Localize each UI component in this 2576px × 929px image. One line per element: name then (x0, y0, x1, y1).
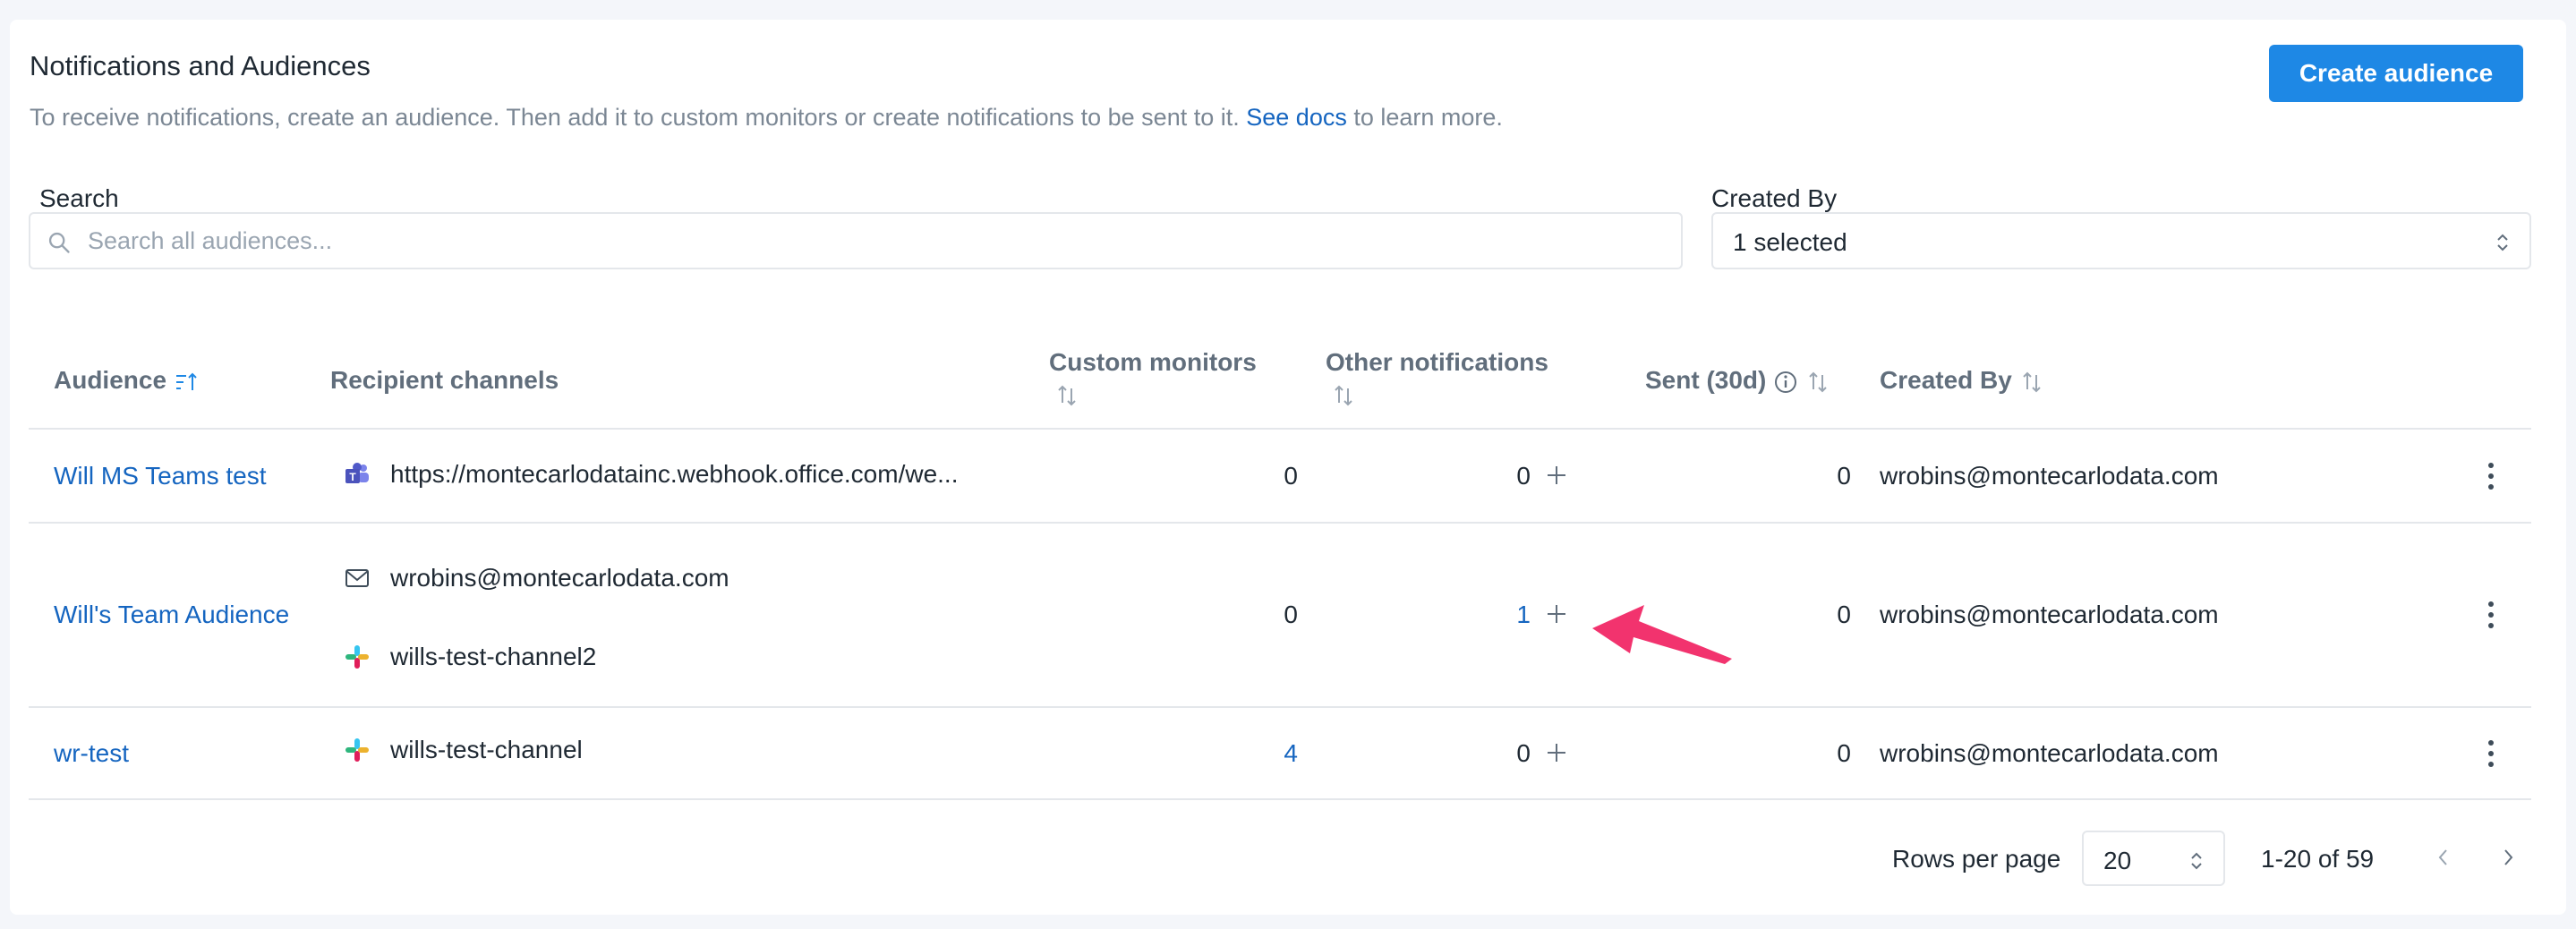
channel-label: wrobins@montecarlodata.com (390, 564, 729, 592)
more-options-icon[interactable] (2478, 599, 2504, 631)
slack-icon (344, 737, 371, 763)
recipient-channel: wills-test-channel (344, 736, 583, 764)
custom-monitors-count: 0 (1284, 601, 1298, 628)
other-notifications-count: 0 (1516, 739, 1531, 767)
sent-count: 0 (1837, 739, 1851, 767)
next-page-icon[interactable] (2497, 843, 2519, 872)
column-sent[interactable]: Sent (30d) (1645, 366, 1830, 395)
description-text: To receive notifications, create an audi… (30, 104, 1240, 131)
column-custom-monitors-label: Custom monitors (1049, 348, 1257, 376)
page-title: Notifications and Audiences (30, 50, 371, 81)
column-audience[interactable]: Audience (54, 366, 199, 395)
created-by-email: wrobins@montecarlodata.com (1880, 462, 2219, 490)
see-docs-link[interactable]: See docs (1246, 104, 1347, 131)
select-chevron-icon (2191, 852, 2202, 870)
column-audience-label: Audience (54, 366, 167, 394)
more-options-icon[interactable] (2478, 460, 2504, 492)
add-notification-icon[interactable] (1545, 741, 1568, 764)
channel-label: wills-test-channel (390, 736, 583, 763)
select-chevron-icon (2497, 234, 2508, 251)
info-icon[interactable] (1773, 370, 1798, 395)
created-by-select[interactable]: 1 selected (1711, 212, 2531, 269)
recipient-channel: wrobins@montecarlodata.com (344, 564, 729, 592)
recipient-channel: T https://montecarlodatainc.webhook.offi… (344, 460, 958, 489)
sort-icon[interactable] (1054, 383, 1079, 408)
audience-link[interactable]: Will MS Teams test (54, 462, 267, 490)
audience-link[interactable]: Will's Team Audience (54, 601, 289, 629)
slack-icon (344, 643, 371, 670)
column-other-notifications-label: Other notifications (1326, 348, 1548, 376)
created-by-value: 1 selected (1733, 228, 1847, 256)
add-notification-icon[interactable] (1545, 464, 1568, 487)
add-notification-icon[interactable] (1545, 602, 1568, 626)
created-by-label: Created By (1711, 184, 1838, 212)
svg-text:T: T (349, 471, 356, 483)
search-field[interactable] (29, 212, 1683, 269)
column-created-by[interactable]: Created By (1880, 366, 2044, 395)
rows-per-page-select[interactable]: 20 (2082, 831, 2225, 886)
column-custom-monitors[interactable]: Custom monitors (1049, 348, 1257, 377)
row-divider (29, 798, 2531, 800)
other-notifications-count: 0 (1516, 462, 1531, 490)
custom-monitors-count: 0 (1284, 462, 1298, 490)
row-divider (29, 522, 2531, 524)
create-audience-button[interactable]: Create audience (2269, 45, 2523, 102)
channel-label: https://montecarlodatainc.webhook.office… (390, 460, 959, 488)
sort-icon[interactable] (1805, 370, 1830, 395)
search-input[interactable] (88, 221, 1663, 260)
created-by-email: wrobins@montecarlodata.com (1880, 601, 2219, 628)
audience-link[interactable]: wr-test (54, 739, 129, 768)
sent-count: 0 (1837, 601, 1851, 628)
teams-icon: T (344, 461, 371, 488)
sort-icon[interactable] (2019, 370, 2044, 395)
column-recipient-channels: Recipient channels (330, 366, 559, 394)
more-options-icon[interactable] (2478, 737, 2504, 770)
row-divider (29, 706, 2531, 708)
channel-label: wills-test-channel2 (390, 643, 597, 670)
pagination-range: 1-20 of 59 (2261, 845, 2375, 873)
created-by-email: wrobins@montecarlodata.com (1880, 739, 2219, 767)
page-description: To receive notifications, create an audi… (30, 104, 1503, 132)
sort-ascending-icon[interactable] (174, 370, 199, 395)
description-suffix: to learn more. (1353, 104, 1503, 131)
column-created-by-label: Created By (1880, 366, 2012, 394)
rows-per-page-label: Rows per page (1892, 845, 2061, 873)
custom-monitors-link[interactable]: 4 (1244, 739, 1298, 768)
other-notifications-link[interactable]: 1 (1477, 601, 1531, 629)
table-header-divider (29, 428, 2531, 430)
column-other-notifications[interactable]: Other notifications (1326, 348, 1548, 377)
mail-icon (344, 565, 371, 592)
recipient-channel: wills-test-channel2 (344, 643, 596, 671)
column-sent-label: Sent (30d) (1645, 366, 1767, 394)
sort-icon[interactable] (1331, 383, 1356, 408)
sent-count: 0 (1837, 462, 1851, 490)
rows-per-page-value: 20 (2103, 847, 2132, 874)
search-label: Search (39, 184, 119, 212)
previous-page-icon[interactable] (2433, 843, 2454, 872)
annotation-arrow-icon (1592, 605, 1732, 664)
search-icon (48, 232, 70, 253)
